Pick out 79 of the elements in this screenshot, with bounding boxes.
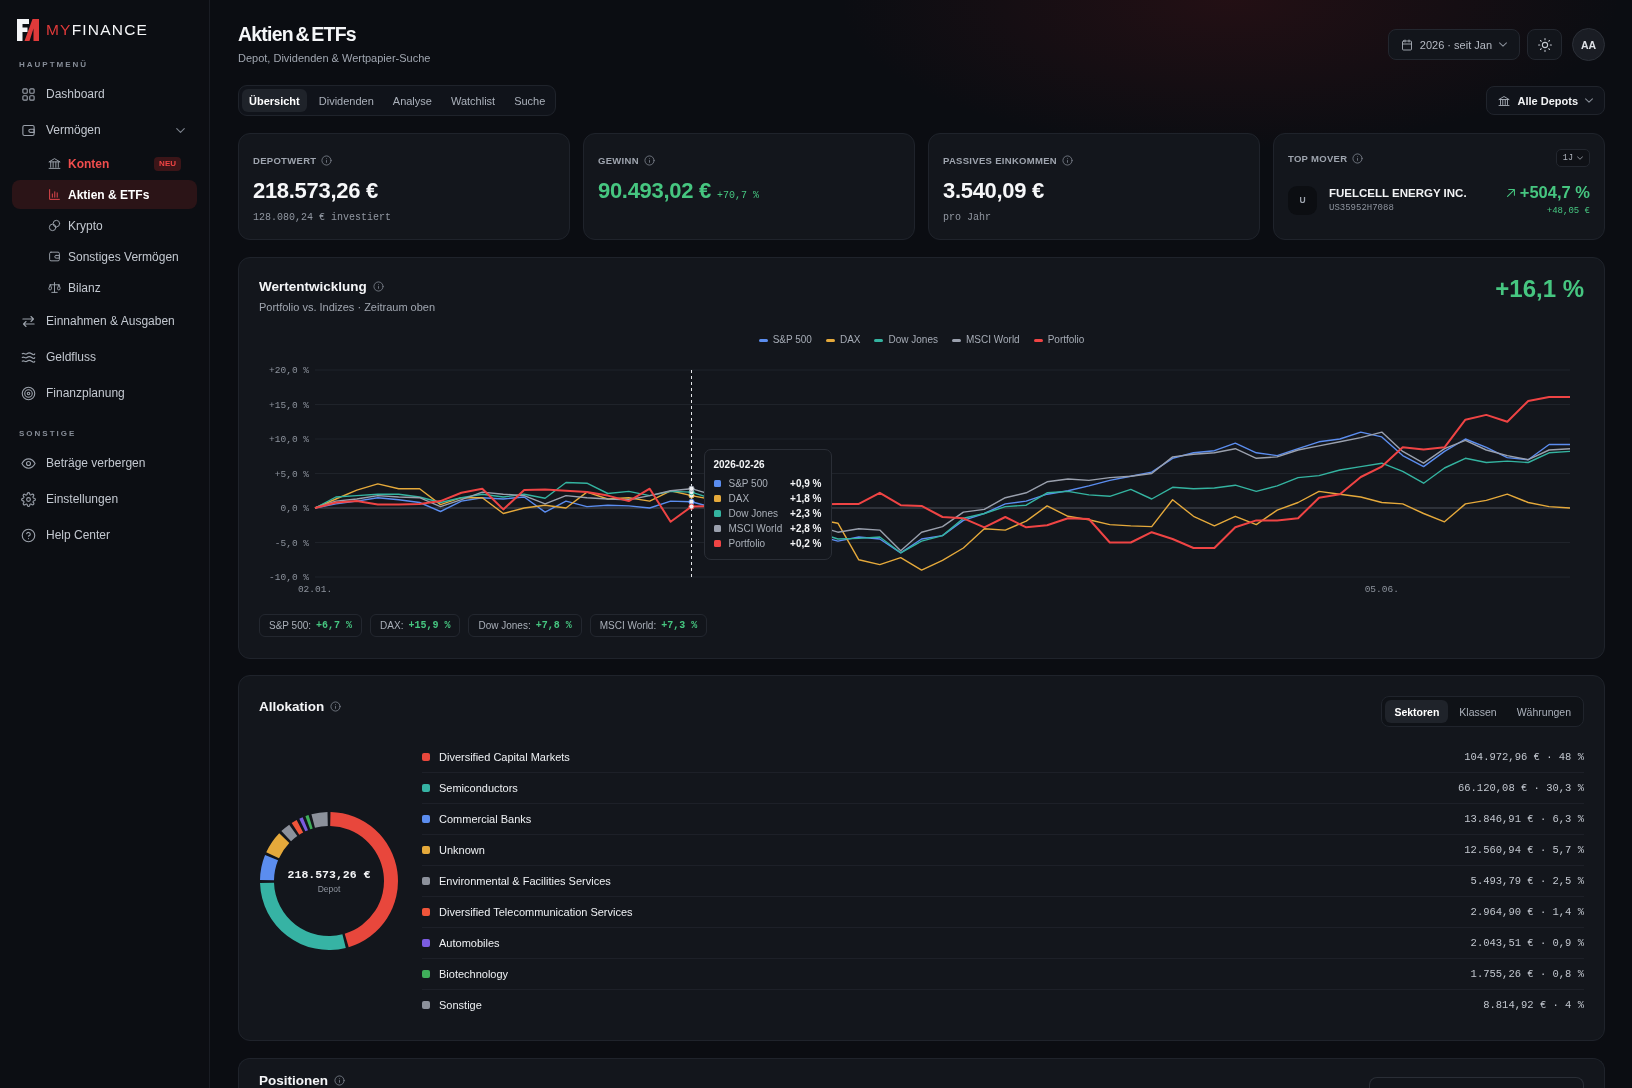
section-label: SONSTIGE <box>19 428 78 440</box>
kpi-label: TOP MOVER <box>1288 152 1348 164</box>
index-label: S&P 500: <box>269 620 312 631</box>
card-title: Positionen <box>259 1073 328 1088</box>
index-label: MSCI World: <box>599 620 657 631</box>
legend-label: MSCI World <box>965 333 1020 347</box>
axis-label: -5,0 % <box>274 537 309 549</box>
stock-name: FUELCELL ENERGY INC. <box>1329 186 1467 200</box>
series-value: +0,9 % <box>790 478 822 489</box>
page-subtitle: Depot, Dividenden & Wertpapier-Suche <box>238 51 431 65</box>
card-title: Wertentwicklung <box>259 279 367 294</box>
axis-label: -10,0 % <box>269 572 309 583</box>
legend-label: Portfolio <box>1047 333 1085 347</box>
kpi-label: DEPOTWERT <box>253 154 317 166</box>
total-return: +16,1 % <box>1495 275 1584 303</box>
sector-name: Automobiles <box>439 937 500 949</box>
donut-total: 218.573,26 € <box>287 867 371 881</box>
series-value: +1,8 % <box>790 493 822 504</box>
sector-amount: 2.964,90 € · 1,4 % <box>1470 906 1584 918</box>
kpi-change: +70,7 % <box>716 190 759 201</box>
series-value: +0,2 % <box>790 538 822 549</box>
axis-label: +20,0 % <box>269 365 309 376</box>
kpi-label: GEWINN <box>598 154 639 166</box>
sector-name: Diversified Telecommunication Services <box>439 906 633 918</box>
axis-label: +15,0 % <box>269 399 309 411</box>
sector-amount: 5.493,79 € · 2,5 % <box>1470 875 1584 887</box>
index-return: +6,7 % <box>316 620 353 631</box>
axis-label: 0,0 % <box>280 503 309 514</box>
series-value: +2,8 % <box>790 523 822 534</box>
series-value: +2,3 % <box>790 508 822 519</box>
sector-name: Unknown <box>439 844 485 856</box>
legend-label: DAX <box>839 333 861 347</box>
kpi-note: 128.080,24 € investiert <box>253 211 393 224</box>
sector-amount: 8.814,92 € · 4 % <box>1483 999 1584 1011</box>
sector-name: Semiconductors <box>439 782 518 794</box>
kpi-value: 218.573,26 € <box>253 177 378 205</box>
legend-label: S&P 500 <box>772 333 812 347</box>
donut-label: Depot <box>317 883 341 894</box>
card-subtitle: Portfolio vs. Indizes · Zeitraum oben <box>259 300 436 314</box>
sector-amount: 66.120,08 € · 30,3 % <box>1457 782 1584 794</box>
series-name: MSCI World <box>728 523 783 534</box>
kpi-note: pro Jahr <box>943 211 992 224</box>
legend-label: Dow Jones <box>888 333 938 347</box>
series-name: Dow Jones <box>728 508 778 519</box>
section-label: HAUPTMENÜ <box>19 59 90 71</box>
logo-text: MYFINANCE <box>46 20 149 40</box>
kpi-value: 3.540,09 € <box>943 177 1044 205</box>
index-label: Dow Jones: <box>478 620 531 631</box>
axis-label: +5,0 % <box>274 468 309 480</box>
series-name: DAX <box>728 493 750 504</box>
series-name: Portfolio <box>728 538 766 549</box>
stock-isin: US35952H7088 <box>1329 203 1395 214</box>
card-title: Allokation <box>259 699 325 714</box>
mover-change: +504,7 % <box>1519 183 1590 202</box>
mover-amount: +48,05 € <box>1546 206 1590 217</box>
sector-amount: 104.972,96 € · 48 % <box>1464 750 1584 763</box>
sector-amount: 1.755,26 € · 0,8 % <box>1470 968 1584 980</box>
company-avatar: U <box>1288 185 1317 215</box>
index-return: +7,3 % <box>661 620 698 631</box>
series-name: S&P 500 <box>728 478 768 489</box>
axis-label: 05.06. <box>1364 584 1399 595</box>
sector-name: Diversified Capital Markets <box>439 750 570 763</box>
page-title: Aktien & ETFs <box>238 22 357 46</box>
tooltip-date: 2026-02-26 <box>713 458 766 472</box>
axis-label: 02.01. <box>297 584 333 595</box>
axis-label: +10,0 % <box>269 434 309 445</box>
sector-amount: 2.043,51 € · 0,9 % <box>1470 937 1584 949</box>
index-return: +7,8 % <box>535 620 572 631</box>
sector-name: Commercial Banks <box>439 813 532 825</box>
new-badge: NEU <box>154 156 181 171</box>
kpi-value: 90.493,02 € <box>598 177 711 205</box>
sector-name: Environmental & Facilities Services <box>439 875 611 887</box>
index-return: +15,9 % <box>408 620 451 631</box>
kpi-label: PASSIVES EINKOMMEN <box>943 154 1057 166</box>
sector-amount: 13.846,91 € · 6,3 % <box>1464 813 1584 825</box>
sector-amount: 12.560,94 € · 5,7 % <box>1464 844 1584 856</box>
sector-name: Biotechnology <box>439 968 509 980</box>
index-label: DAX: <box>380 620 404 631</box>
sector-name: Sonstige <box>439 999 482 1011</box>
